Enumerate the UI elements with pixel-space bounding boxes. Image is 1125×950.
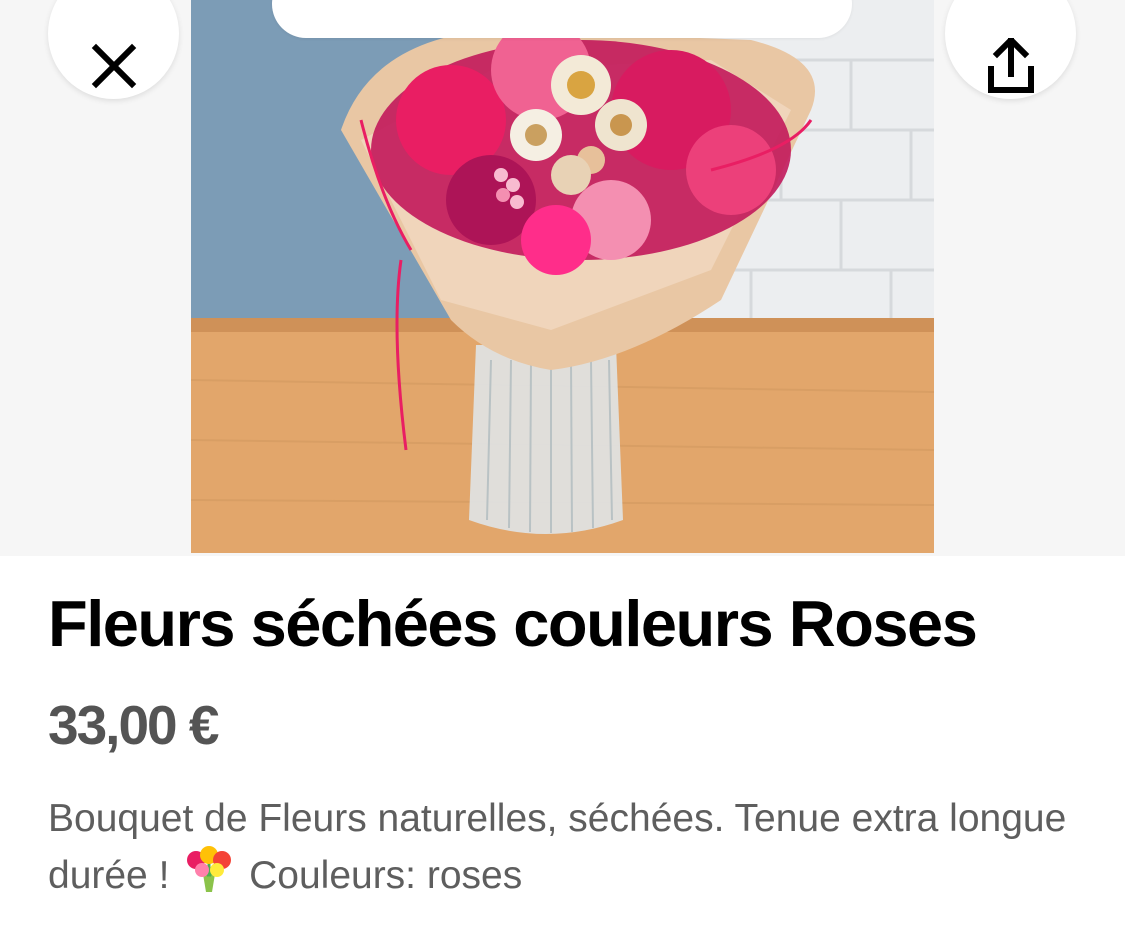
- bouquet-icon: [184, 846, 234, 911]
- close-icon: [91, 43, 136, 88]
- product-price: 33,00 €: [48, 694, 220, 756]
- product-image: [191, 0, 934, 553]
- share-icon: [987, 37, 1034, 93]
- description-colors: Couleurs: roses: [249, 854, 523, 897]
- product-description: Bouquet de Fleurs naturelles, séchées. T…: [48, 791, 1078, 911]
- product-title: Fleurs séchées couleurs Roses: [48, 587, 978, 660]
- top-bar-pill: [272, 0, 852, 38]
- product-hero: [0, 0, 1125, 556]
